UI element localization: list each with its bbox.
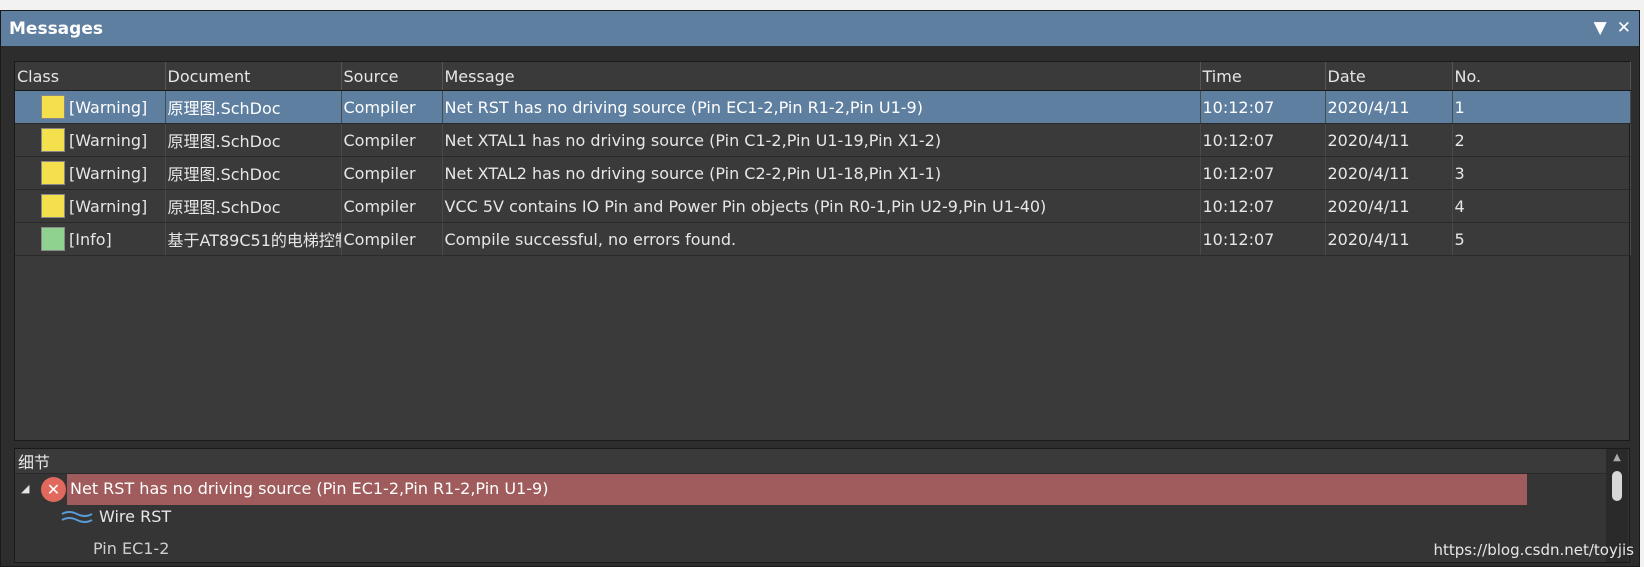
src-cell: Compiler xyxy=(341,90,443,124)
message-row[interactable]: [Warning] 原理图.SchDoc Compiler Net XTAL1 has… xyxy=(15,123,1631,157)
no-cell: 5 xyxy=(1452,222,1631,256)
time-cell: 10:12:07 xyxy=(1200,90,1326,124)
class-cell: [Warning] xyxy=(15,90,166,124)
msg-cell: Net XTAL1 has no driving source (Pin C1-… xyxy=(442,123,1201,157)
details-error-text: Net RST has no driving source (Pin EC1-2… xyxy=(70,479,549,498)
message-row[interactable]: [Warning] 原理图.SchDoc Compiler VCC 5V contai… xyxy=(15,189,1631,223)
scroll-thumb[interactable] xyxy=(1612,471,1622,501)
triangle-down-icon[interactable]: ▼ xyxy=(1594,20,1607,37)
doc-cell: 原理图.SchDoc xyxy=(165,90,342,124)
doc-cell: 原理图.SchDoc xyxy=(165,123,342,157)
time-cell: 10:12:07 xyxy=(1200,222,1326,256)
collapse-triangle-icon[interactable]: ◢ xyxy=(21,482,29,495)
panel-titlebar: Messages ▼ ✕ xyxy=(1,11,1639,46)
time-cell: 10:12:07 xyxy=(1200,189,1326,223)
class-cell: [Warning] xyxy=(15,123,166,157)
doc-cell: 原理图.SchDoc xyxy=(165,156,342,190)
column-header-1[interactable]: Document xyxy=(165,62,342,91)
date-cell: 2020/4/11 xyxy=(1325,222,1453,256)
no-cell: 4 xyxy=(1452,189,1631,223)
doc-cell: 原理图.SchDoc xyxy=(165,189,342,223)
doc-cell: 基于AT89C51的电梯控制 xyxy=(165,222,342,256)
details-header: 细节 xyxy=(15,449,1629,474)
warning-icon xyxy=(41,194,65,218)
column-header-5[interactable]: Date xyxy=(1325,62,1453,91)
date-cell: 2020/4/11 xyxy=(1325,90,1453,124)
no-cell: 3 xyxy=(1452,156,1631,190)
msg-cell: Net RST has no driving source (Pin EC1-2… xyxy=(442,90,1201,124)
class-label: [Warning] xyxy=(69,163,148,183)
time-cell: 10:12:07 xyxy=(1200,156,1326,190)
watermark: https://blog.csdn.net/toyjis xyxy=(1433,541,1634,559)
msg-cell: Net XTAL2 has no driving source (Pin C2-… xyxy=(442,156,1201,190)
no-cell: 2 xyxy=(1452,123,1631,157)
msg-cell: VCC 5V contains IO Pin and Power Pin obj… xyxy=(442,189,1201,223)
details-panel: 细节 ◢ ✕ Net RST has no driving source (Pi… xyxy=(14,448,1630,563)
class-cell: [Warning] xyxy=(15,189,166,223)
class-cell: [Info] xyxy=(15,222,166,256)
column-header-3[interactable]: Message xyxy=(442,62,1201,91)
class-label: [Warning] xyxy=(69,130,148,150)
warning-icon xyxy=(41,95,65,119)
info-icon xyxy=(41,227,65,251)
src-cell: Compiler xyxy=(341,189,443,223)
messages-grid: Class Document Source Message Time Date No. [W… xyxy=(14,61,1631,441)
class-cell: [Warning] xyxy=(15,156,166,190)
date-cell: 2020/4/11 xyxy=(1325,189,1453,223)
message-row[interactable]: [Warning] 原理图.SchDoc Compiler Net XTAL2 has… xyxy=(15,156,1631,190)
class-label: [Warning] xyxy=(69,196,148,216)
src-cell: Compiler xyxy=(341,123,443,157)
messages-panel: Messages ▼ ✕ Class Document Source Message T… xyxy=(0,10,1640,567)
message-row[interactable]: [Warning] 原理图.SchDoc Compiler Net RST has n… xyxy=(15,90,1631,124)
no-cell: 1 xyxy=(1452,90,1631,124)
date-cell: 2020/4/11 xyxy=(1325,123,1453,157)
warning-icon xyxy=(41,128,65,152)
date-cell: 2020/4/11 xyxy=(1325,156,1453,190)
class-label: [Warning] xyxy=(69,97,148,117)
warning-icon xyxy=(41,161,65,185)
wire-icon xyxy=(61,510,93,523)
column-header-0[interactable]: Class xyxy=(15,62,166,91)
details-pin-item[interactable]: Pin EC1-2 xyxy=(93,539,169,558)
column-header-6[interactable]: No. xyxy=(1452,62,1631,91)
scroll-up-icon[interactable]: ▲ xyxy=(1606,449,1628,467)
msg-cell: Compile successful, no errors found. xyxy=(442,222,1201,256)
src-cell: Compiler xyxy=(341,156,443,190)
wire-label: Wire RST xyxy=(99,507,172,526)
column-header-4[interactable]: Time xyxy=(1200,62,1326,91)
close-icon[interactable]: ✕ xyxy=(1617,20,1631,37)
panel-title: Messages xyxy=(9,18,103,39)
message-row[interactable]: [Info] 基于AT89C51的电梯控制 Compiler Compile succ… xyxy=(15,222,1631,256)
time-cell: 10:12:07 xyxy=(1200,123,1326,157)
details-wire-item[interactable]: Wire RST xyxy=(61,507,171,526)
src-cell: Compiler xyxy=(341,222,443,256)
error-icon: ✕ xyxy=(41,477,66,502)
class-label: [Info] xyxy=(69,229,112,249)
details-error-row[interactable]: ◢ ✕ Net RST has no driving source (Pin E… xyxy=(15,474,1527,505)
column-header-2[interactable]: Source xyxy=(341,62,443,91)
